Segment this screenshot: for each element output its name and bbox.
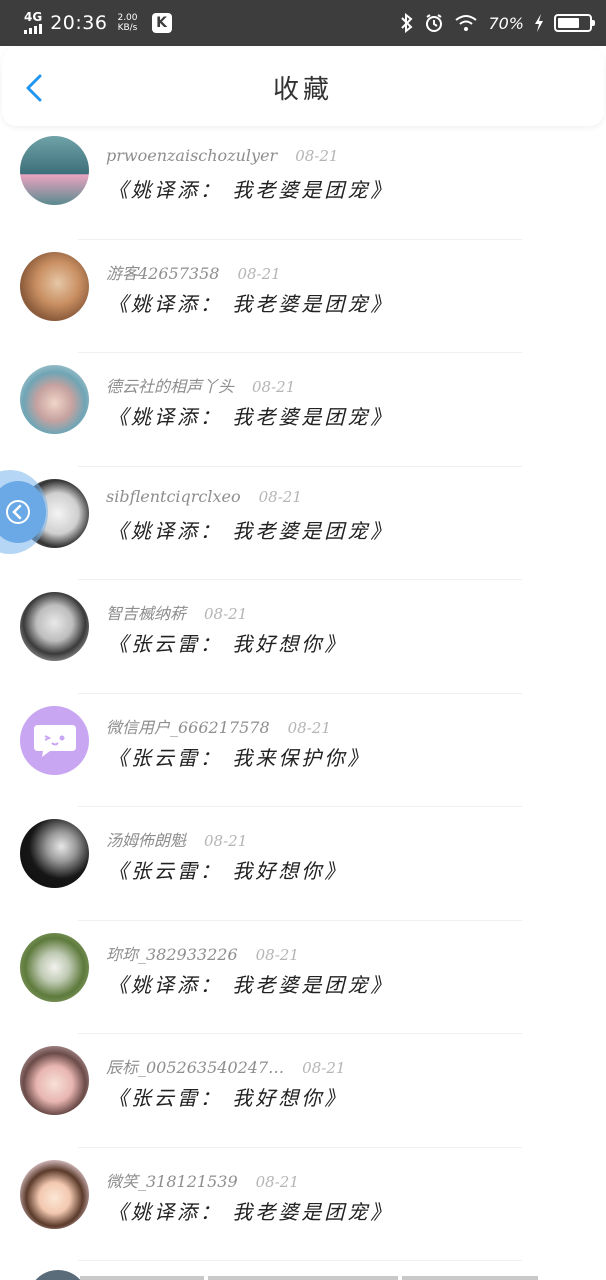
date: 08-21 [204, 605, 248, 623]
chevron-left-icon[interactable] [20, 74, 48, 102]
date: 08-21 [295, 147, 339, 165]
song-title: 《张云雷： 我来保护你》 [108, 745, 371, 770]
avatar [20, 592, 89, 661]
wifi-icon [455, 15, 478, 31]
divider [80, 1276, 204, 1280]
list-item[interactable]: 智吉楲纳菥 08-21 《张云雷： 我好想你》 [0, 580, 606, 694]
username: 珎珎_382933226 [106, 944, 238, 964]
partial-list-item [0, 1268, 606, 1280]
date: 08-21 [255, 945, 299, 964]
speed-value: 2.00 [117, 13, 138, 23]
divider [78, 1260, 522, 1261]
song-title: 《张云雷： 我好想你》 [108, 632, 348, 656]
app-notification-icon: K [151, 13, 172, 33]
bluetooth-icon [401, 13, 413, 33]
avatar [20, 136, 89, 205]
song-title: 《姚译添： 我老婆是团宠》 [108, 291, 394, 316]
song-title: 《姚译添： 我老婆是团宠》 [108, 405, 394, 429]
avatar [20, 365, 89, 434]
list-item[interactable]: sibflentciqrclxeo 08-21 《姚译添： 我老婆是团宠》 [0, 467, 606, 580]
avatar [20, 251, 89, 321]
network-speed: 2.00 KB/s [117, 13, 137, 33]
charging-icon [535, 14, 543, 32]
list-item[interactable]: 珎珎_382933226 08-21 《姚译添： 我老婆是团宠》 [0, 921, 606, 1034]
chevron-left-icon [6, 500, 30, 524]
signal-indicator: 4G [24, 10, 43, 34]
username: 微信用户_666217578 [106, 717, 270, 737]
battery-icon [554, 14, 595, 32]
divider [402, 1276, 538, 1280]
song-title: 《张云雷： 我好想你》 [108, 859, 348, 883]
wechat-default-avatar-icon [33, 725, 76, 757]
song-title: 《姚译添： 我老婆是团宠》 [108, 972, 394, 997]
list-item[interactable]: prwoenzaischozulyer 08-21 《姚译添： 我老婆是团宠》 [0, 126, 606, 240]
date: 08-21 [204, 832, 248, 850]
avatar [20, 705, 89, 775]
song-title: 《张云雷： 我好想你》 [108, 1086, 348, 1110]
favorites-list: prwoenzaischozulyer 08-21 《姚译添： 我老婆是团宠》 游… [0, 126, 606, 1261]
username: sibflentciqrclxeo [106, 486, 241, 506]
username: 德云社的相声丫头 [106, 377, 235, 396]
username: 游客42657358 [106, 263, 220, 283]
list-item[interactable]: 辰标_005263540247… 08-21 《张云雷： 我好想你》 [0, 1034, 606, 1148]
list-item[interactable]: 汤姆佈朗魁 08-21 《张云雷： 我好想你》 [0, 807, 606, 921]
battery-percent: 70% [488, 13, 524, 33]
date: 08-21 [255, 1172, 299, 1191]
divider [208, 1276, 398, 1280]
network-type: 4G [24, 10, 43, 24]
avatar [20, 819, 89, 888]
list-item[interactable]: 德云社的相声丫头 08-21 《姚译添： 我老婆是团宠》 [0, 353, 606, 467]
speed-unit: KB/s [117, 23, 138, 33]
avatar [20, 1046, 89, 1115]
avatar [20, 932, 89, 1002]
floating-assist-inner [0, 481, 46, 543]
page-header: 收藏 [2, 48, 604, 126]
status-bar: 4G 20:36 2.00 KB/s K 70% [0, 0, 606, 46]
list-item[interactable]: 游客42657358 08-21 《姚译添： 我老婆是团宠》 [0, 240, 606, 353]
alarm-icon [426, 14, 443, 32]
date: 08-21 [258, 487, 302, 506]
date: 08-21 [287, 718, 331, 737]
date: 08-21 [237, 264, 281, 283]
username: 汤姆佈朗魁 [106, 831, 187, 850]
list-item[interactable]: 微笑_318121539 08-21 《姚译添： 我老婆是团宠》 [0, 1148, 606, 1261]
song-title: 《姚译添： 我老婆是团宠》 [108, 1199, 394, 1224]
date: 08-21 [252, 378, 296, 396]
username: prwoenzaischozulyer [106, 146, 278, 165]
page-title: 收藏 [272, 74, 333, 105]
signal-bars-icon [24, 24, 42, 34]
avatar [20, 1159, 89, 1229]
username: 智吉楲纳菥 [106, 604, 187, 623]
list-item[interactable]: 微信用户_666217578 08-21 《张云雷： 我来保护你》 [0, 694, 606, 807]
avatar [28, 1270, 88, 1280]
username: 微笑_318121539 [106, 1171, 238, 1191]
date: 08-21 [302, 1059, 346, 1077]
battery-fill [558, 18, 579, 28]
song-title: 《姚译添： 我老婆是团宠》 [108, 178, 394, 202]
clock: 20:36 [50, 12, 108, 34]
song-title: 《姚译添： 我老婆是团宠》 [108, 518, 394, 543]
username: 辰标_005263540247… [106, 1058, 285, 1077]
